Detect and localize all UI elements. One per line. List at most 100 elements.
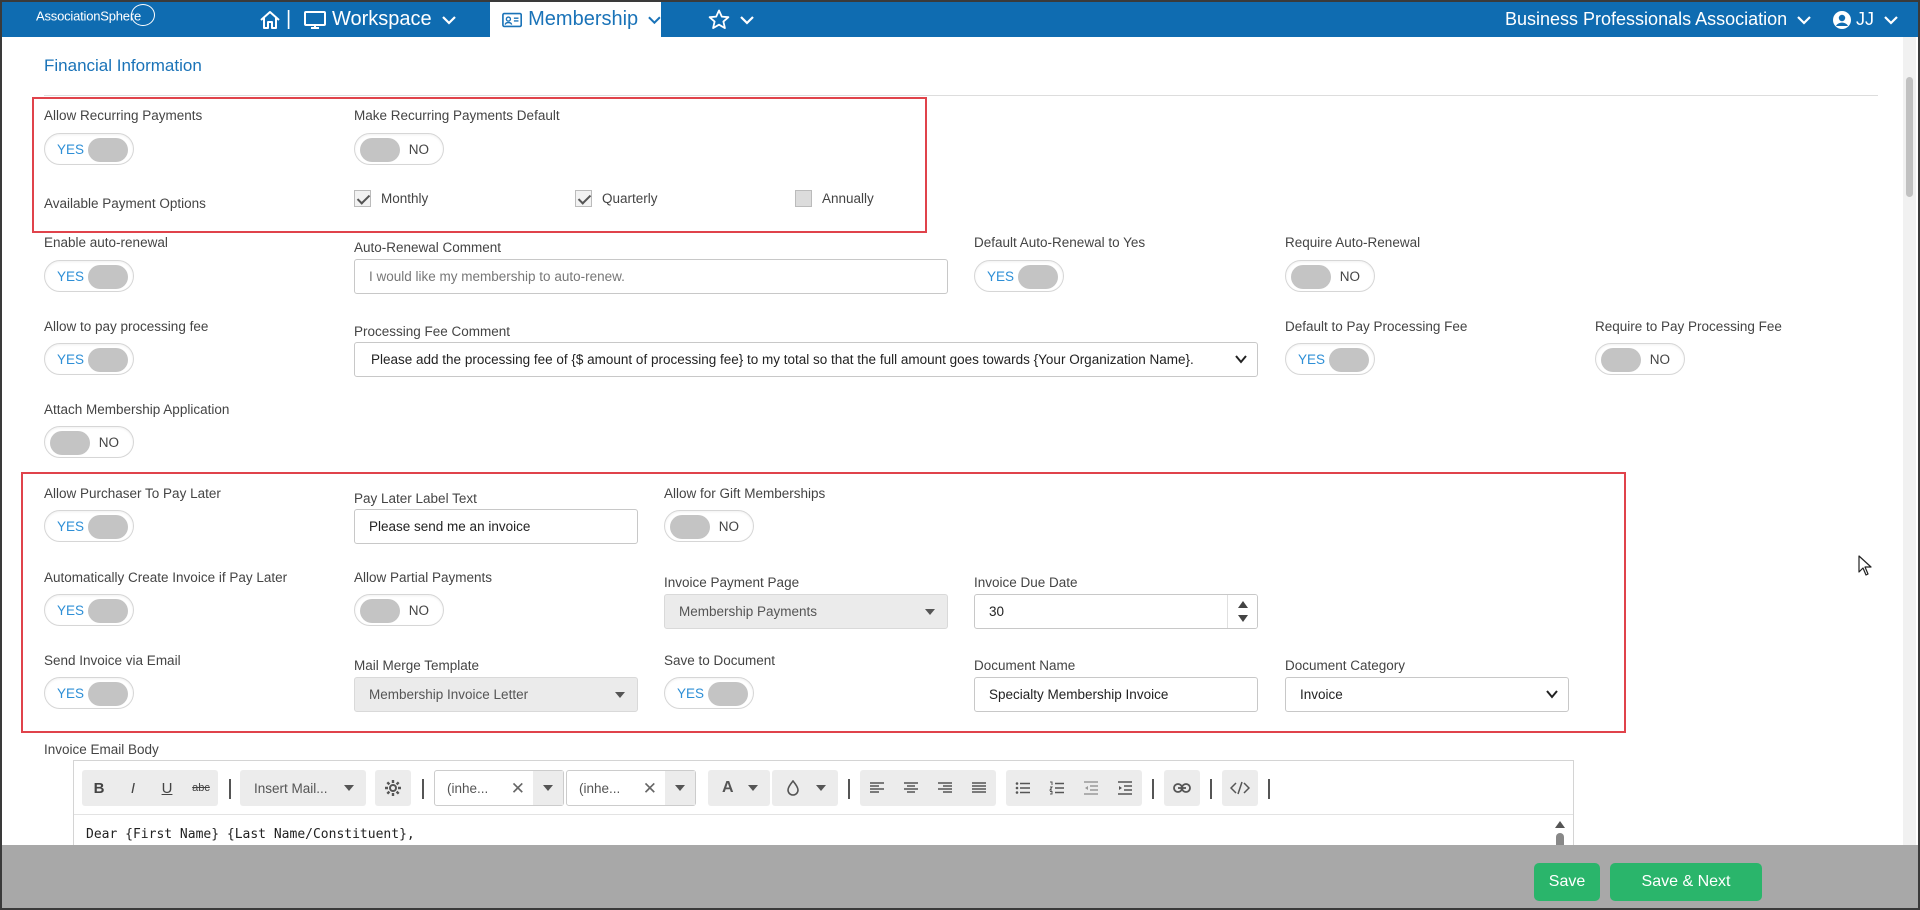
view-html-button[interactable] — [1222, 770, 1258, 806]
editor-content[interactable]: Dear {First Name} {Last Name/Constituent… — [86, 827, 415, 842]
annually-checkbox[interactable]: Annually — [795, 190, 874, 207]
invoice-payment-page-select[interactable]: Membership Payments — [664, 594, 948, 629]
recurring-default-toggle[interactable]: NO — [354, 133, 444, 165]
insert-link-button[interactable] — [1164, 770, 1200, 806]
background-color-picker[interactable] — [772, 770, 838, 806]
workspace-menu[interactable]: Workspace — [304, 2, 456, 37]
checkbox-label: Annually — [822, 191, 874, 206]
toolbar-separator — [229, 779, 231, 799]
toggle-text: NO — [408, 142, 429, 157]
gear-icon — [385, 780, 401, 796]
font-color-picker[interactable]: A — [708, 770, 770, 806]
document-name-input[interactable]: Specialty Membership Invoice — [974, 677, 1258, 712]
page-scrollbar[interactable] — [1903, 37, 1916, 845]
pay-later-label-input[interactable]: Please send me an invoice — [354, 509, 638, 544]
favorites-menu[interactable] — [708, 2, 754, 37]
combo-caret[interactable] — [665, 771, 695, 805]
monthly-checkbox[interactable]: Monthly — [354, 190, 428, 207]
toggle-knob — [88, 138, 128, 162]
toggle-knob — [360, 599, 400, 623]
checkbox-box — [354, 190, 371, 207]
toggle-text: NO — [98, 435, 119, 450]
toggle-text: NO — [1339, 269, 1360, 284]
require-processing-fee-toggle[interactable]: NO — [1595, 343, 1685, 375]
organization-name: Business Professionals Association — [1505, 9, 1788, 29]
membership-menu[interactable]: Membership — [490, 2, 661, 37]
clear-icon[interactable]: ✕ — [643, 779, 657, 799]
toolbar-separator — [1152, 779, 1154, 799]
spin-up-icon[interactable] — [1238, 601, 1248, 608]
link-icon — [1173, 783, 1191, 793]
bullet-list-button[interactable] — [1006, 770, 1040, 806]
strikethrough-button[interactable]: abc — [184, 770, 218, 806]
processing-fee-comment-select[interactable]: Please add the processing fee of {$ amou… — [354, 342, 1258, 377]
require-processing-fee-label: Require to Pay Processing Fee — [1595, 319, 1782, 334]
outdent-button[interactable] — [1074, 770, 1108, 806]
allow-processing-fee-label: Allow to pay processing fee — [44, 319, 209, 334]
app-logo[interactable]: AssociationSphere — [36, 4, 155, 26]
font-size-combo[interactable]: (inhe... ✕ — [566, 770, 696, 806]
toggle-knob — [88, 515, 128, 539]
toggle-knob — [1018, 265, 1058, 289]
save-to-document-toggle[interactable]: YES — [664, 677, 754, 709]
home-nav-button[interactable] — [259, 2, 281, 37]
mail-merge-template-select[interactable]: Membership Invoice Letter — [354, 677, 638, 712]
auto-renewal-comment-input[interactable]: I would like my membership to auto-renew… — [354, 259, 948, 294]
font-family-combo[interactable]: (inhe... ✕ — [434, 770, 564, 806]
toggle-text: YES — [57, 603, 85, 618]
require-auto-renewal-toggle[interactable]: NO — [1285, 260, 1375, 292]
auto-renewal-comment-label: Auto-Renewal Comment — [354, 240, 502, 255]
invoice-due-date-input[interactable]: 30 — [974, 594, 1258, 629]
enable-auto-renewal-toggle[interactable]: YES — [44, 260, 134, 292]
clear-icon[interactable]: ✕ — [511, 779, 525, 799]
toggle-knob — [88, 265, 128, 289]
document-name-label: Document Name — [974, 658, 1076, 673]
align-left-button[interactable] — [860, 770, 894, 806]
page-scroll-thumb[interactable] — [1906, 77, 1913, 197]
indent-button[interactable] — [1108, 770, 1142, 806]
quarterly-checkbox[interactable]: Quarterly — [575, 190, 658, 207]
insert-mail-dropdown[interactable]: Insert Mail... — [240, 770, 366, 806]
default-processing-fee-toggle[interactable]: YES — [1285, 343, 1375, 375]
align-right-button[interactable] — [928, 770, 962, 806]
invoice-payment-page-label: Invoice Payment Page — [664, 575, 800, 590]
indent-icon — [1118, 781, 1132, 795]
settings-button[interactable] — [375, 770, 411, 806]
attach-application-toggle[interactable]: NO — [44, 426, 134, 458]
numbered-list-button[interactable] — [1040, 770, 1074, 806]
list-group — [1006, 770, 1142, 806]
combo-value: (inhe... — [579, 780, 621, 796]
underline-button[interactable]: U — [150, 770, 184, 806]
justify-button[interactable] — [962, 770, 996, 806]
select-value: Membership Payments — [679, 604, 818, 619]
scroll-up-icon[interactable] — [1555, 821, 1565, 828]
default-auto-renewal-toggle[interactable]: YES — [974, 260, 1064, 292]
pay-later-label: Allow Purchaser To Pay Later — [44, 486, 221, 501]
allow-recurring-toggle[interactable]: YES — [44, 133, 134, 165]
save-and-next-button[interactable]: Save & Next — [1610, 863, 1762, 901]
spin-down-icon[interactable] — [1238, 615, 1248, 622]
combo-caret[interactable] — [533, 771, 563, 805]
numbered-list-icon — [1049, 781, 1064, 795]
chevron-down-icon — [441, 15, 456, 25]
toggle-knob — [88, 599, 128, 623]
send-invoice-email-toggle[interactable]: YES — [44, 677, 134, 709]
user-initials: JJ — [1856, 9, 1874, 29]
allow-processing-fee-toggle[interactable]: YES — [44, 343, 134, 375]
gift-memberships-toggle[interactable]: NO — [664, 510, 754, 542]
align-center-button[interactable] — [894, 770, 928, 806]
italic-button[interactable]: I — [116, 770, 150, 806]
partial-payments-toggle[interactable]: NO — [354, 594, 444, 626]
user-menu[interactable]: JJ — [1832, 2, 1898, 37]
font-color-icon: A — [722, 779, 734, 796]
user-avatar-icon — [1833, 10, 1851, 29]
bold-button[interactable]: B — [82, 770, 116, 806]
toggle-knob — [1601, 348, 1641, 372]
document-category-select[interactable]: Invoice — [1285, 677, 1569, 712]
save-button[interactable]: Save — [1534, 863, 1600, 901]
organization-menu[interactable]: Business Professionals Association — [1505, 2, 1811, 37]
pay-later-toggle[interactable]: YES — [44, 510, 134, 542]
caret-down-icon — [344, 785, 354, 791]
auto-invoice-toggle[interactable]: YES — [44, 594, 134, 626]
number-spinner[interactable] — [1227, 595, 1257, 628]
